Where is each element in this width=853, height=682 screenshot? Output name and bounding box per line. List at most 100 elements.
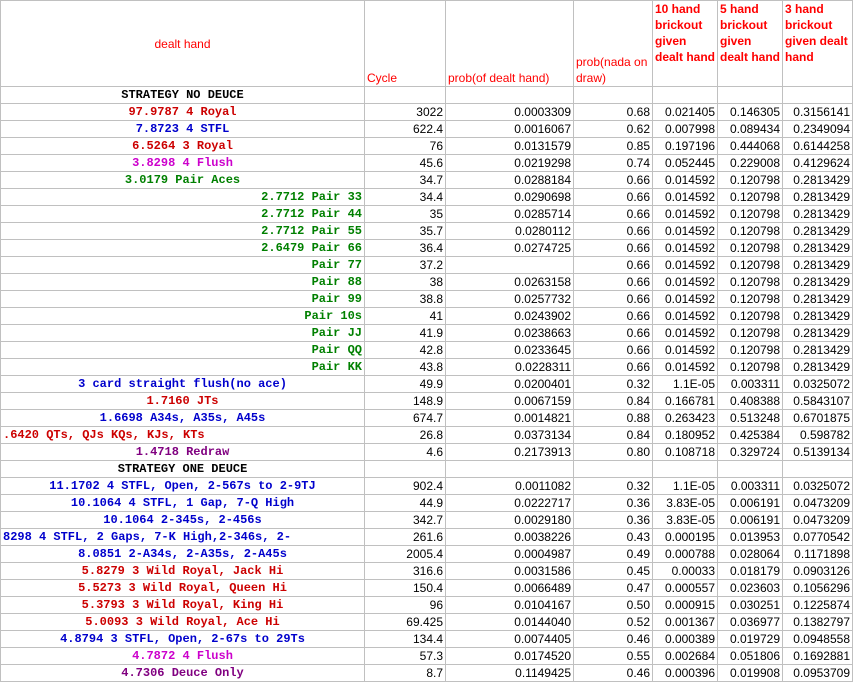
brickout-5-cell[interactable]: 0.120798 [717, 307, 783, 325]
brickout-10-cell[interactable]: 0.000396 [652, 664, 718, 682]
hand-label-cell[interactable]: 2.7712 Pair 44 [0, 205, 365, 223]
header-brickout-10[interactable]: 10 hand brickout given dealt hand [652, 0, 718, 87]
brickout-10-cell[interactable]: 0.108718 [652, 443, 718, 461]
empty-cell[interactable] [445, 86, 574, 104]
brickout-10-cell[interactable]: 0.014592 [652, 273, 718, 291]
empty-cell[interactable] [445, 460, 574, 478]
cycle-cell[interactable]: 38 [364, 273, 446, 291]
brickout-10-cell[interactable]: 0.052445 [652, 154, 718, 172]
brickout-10-cell[interactable]: 0.263423 [652, 409, 718, 427]
prob-dealt-cell[interactable]: 0.0200401 [445, 375, 574, 393]
brickout-5-cell[interactable]: 0.120798 [717, 324, 783, 342]
hand-label-cell[interactable]: 5.3793 3 Wild Royal, King Hi [0, 596, 365, 614]
brickout-3-cell[interactable]: 0.0948558 [782, 630, 853, 648]
prob-dealt-cell[interactable]: 0.0290698 [445, 188, 574, 206]
prob-dealt-cell[interactable]: 0.0274725 [445, 239, 574, 257]
empty-cell[interactable] [652, 460, 718, 478]
prob-nada-cell[interactable]: 0.46 [573, 630, 653, 648]
brickout-3-cell[interactable]: 0.2813429 [782, 341, 853, 359]
header-prob-nada[interactable]: prob(nada on draw) [573, 0, 653, 87]
prob-dealt-cell[interactable]: 0.0222717 [445, 494, 574, 512]
hand-label-cell[interactable]: 8.0851 2-A34s, 2-A35s, 2-A45s [0, 545, 365, 563]
prob-nada-cell[interactable]: 0.50 [573, 596, 653, 614]
prob-nada-cell[interactable]: 0.45 [573, 562, 653, 580]
hand-label-cell[interactable]: 5.5273 3 Wild Royal, Queen Hi [0, 579, 365, 597]
prob-dealt-cell[interactable]: 0.0029180 [445, 511, 574, 529]
brickout-10-cell[interactable]: 0.000788 [652, 545, 718, 563]
prob-nada-cell[interactable]: 0.84 [573, 426, 653, 444]
brickout-10-cell[interactable]: 0.014592 [652, 171, 718, 189]
cycle-cell[interactable]: 3022 [364, 103, 446, 121]
brickout-3-cell[interactable]: 0.3156141 [782, 103, 853, 121]
prob-nada-cell[interactable]: 0.55 [573, 647, 653, 665]
hand-label-cell[interactable]: Pair 77 [0, 256, 365, 274]
cycle-cell[interactable]: 8.7 [364, 664, 446, 682]
brickout-5-cell[interactable]: 0.013953 [717, 528, 783, 546]
brickout-3-cell[interactable]: 0.0473209 [782, 511, 853, 529]
prob-nada-cell[interactable]: 0.66 [573, 307, 653, 325]
prob-nada-cell[interactable]: 0.52 [573, 613, 653, 631]
hand-label-cell[interactable]: 3 card straight flush(no ace) [0, 375, 365, 393]
brickout-3-cell[interactable]: 0.2813429 [782, 171, 853, 189]
cycle-cell[interactable]: 36.4 [364, 239, 446, 257]
brickout-3-cell[interactable]: 0.2813429 [782, 290, 853, 308]
prob-nada-cell[interactable]: 0.36 [573, 511, 653, 529]
brickout-3-cell[interactable]: 0.5843107 [782, 392, 853, 410]
brickout-3-cell[interactable]: 0.598782 [782, 426, 853, 444]
prob-nada-cell[interactable]: 0.66 [573, 239, 653, 257]
prob-nada-cell[interactable]: 0.66 [573, 273, 653, 291]
prob-dealt-cell[interactable]: 0.0233645 [445, 341, 574, 359]
brickout-5-cell[interactable]: 0.006191 [717, 494, 783, 512]
prob-dealt-cell[interactable]: 0.0067159 [445, 392, 574, 410]
prob-nada-cell[interactable]: 0.66 [573, 222, 653, 240]
brickout-5-cell[interactable]: 0.019729 [717, 630, 783, 648]
prob-nada-cell[interactable]: 0.47 [573, 579, 653, 597]
brickout-10-cell[interactable]: 0.000915 [652, 596, 718, 614]
brickout-3-cell[interactable]: 0.4129624 [782, 154, 853, 172]
brickout-10-cell[interactable]: 0.166781 [652, 392, 718, 410]
cycle-cell[interactable]: 35 [364, 205, 446, 223]
prob-dealt-cell[interactable]: 0.0174520 [445, 647, 574, 665]
prob-nada-cell[interactable]: 0.49 [573, 545, 653, 563]
brickout-3-cell[interactable]: 0.2813429 [782, 222, 853, 240]
brickout-10-cell[interactable]: 0.014592 [652, 205, 718, 223]
prob-dealt-cell[interactable] [445, 256, 574, 274]
hand-label-cell[interactable]: 11.1702 4 STFL, Open, 2-567s to 2-9TJ [0, 477, 365, 495]
brickout-10-cell[interactable]: 0.014592 [652, 341, 718, 359]
hand-label-cell[interactable]: 8298 4 STFL, 2 Gaps, 7-K High,2-346s, 2- [0, 528, 365, 546]
brickout-3-cell[interactable]: 0.6701875 [782, 409, 853, 427]
brickout-10-cell[interactable]: 0.014592 [652, 358, 718, 376]
hand-label-cell[interactable]: 1.7160 JTs [0, 392, 365, 410]
header-brickout-5[interactable]: 5 hand brickout given dealt hand [717, 0, 783, 87]
empty-cell[interactable] [717, 460, 783, 478]
hand-label-cell[interactable]: Pair KK [0, 358, 365, 376]
empty-cell[interactable] [364, 86, 446, 104]
brickout-5-cell[interactable]: 0.051806 [717, 647, 783, 665]
prob-dealt-cell[interactable]: 0.0066489 [445, 579, 574, 597]
brickout-5-cell[interactable]: 0.146305 [717, 103, 783, 121]
empty-cell[interactable] [652, 86, 718, 104]
cycle-cell[interactable]: 44.9 [364, 494, 446, 512]
cycle-cell[interactable]: 674.7 [364, 409, 446, 427]
brickout-5-cell[interactable]: 0.229008 [717, 154, 783, 172]
hand-label-cell[interactable]: Pair QQ [0, 341, 365, 359]
prob-dealt-cell[interactable]: 0.0219298 [445, 154, 574, 172]
hand-label-cell[interactable]: 2.6479 Pair 66 [0, 239, 365, 257]
prob-dealt-cell[interactable]: 0.2173913 [445, 443, 574, 461]
empty-cell[interactable] [573, 86, 653, 104]
prob-dealt-cell[interactable]: 0.0288184 [445, 171, 574, 189]
cycle-cell[interactable]: 38.8 [364, 290, 446, 308]
hand-label-cell[interactable]: 10.1064 2-345s, 2-456s [0, 511, 365, 529]
cycle-cell[interactable]: 2005.4 [364, 545, 446, 563]
brickout-5-cell[interactable]: 0.120798 [717, 171, 783, 189]
brickout-5-cell[interactable]: 0.329724 [717, 443, 783, 461]
prob-nada-cell[interactable]: 0.36 [573, 494, 653, 512]
prob-dealt-cell[interactable]: 0.0280112 [445, 222, 574, 240]
prob-nada-cell[interactable]: 0.66 [573, 171, 653, 189]
hand-label-cell[interactable]: 4.7872 4 Flush [0, 647, 365, 665]
prob-dealt-cell[interactable]: 0.0257732 [445, 290, 574, 308]
cycle-cell[interactable]: 37.2 [364, 256, 446, 274]
brickout-3-cell[interactable]: 0.2813429 [782, 273, 853, 291]
brickout-5-cell[interactable]: 0.023603 [717, 579, 783, 597]
brickout-5-cell[interactable]: 0.120798 [717, 358, 783, 376]
